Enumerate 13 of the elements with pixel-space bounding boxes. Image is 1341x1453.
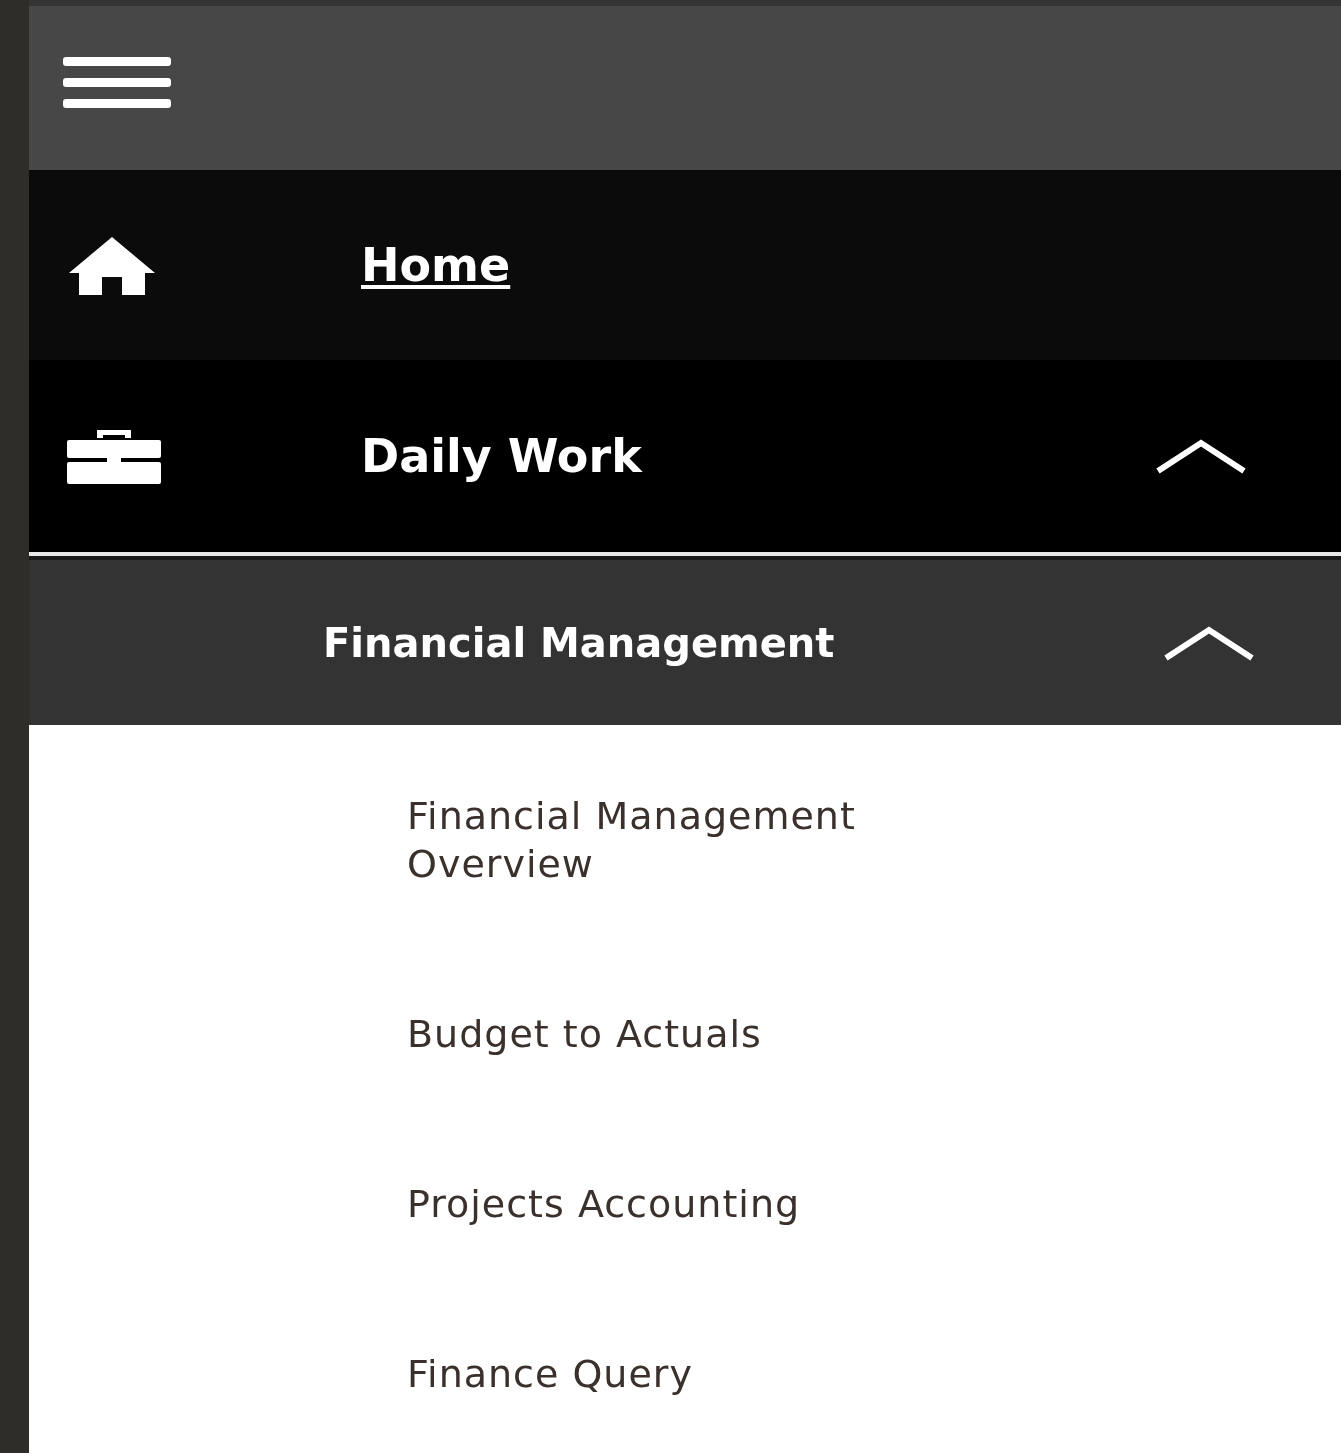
menu-link[interactable]: Financial Management Overview xyxy=(407,793,1047,888)
menu-link[interactable]: Projects Accounting xyxy=(407,1181,801,1229)
nav-item[interactable]: Daily Work xyxy=(29,360,1341,552)
menu-icon xyxy=(63,57,171,111)
menu-link[interactable]: Budget to Actuals xyxy=(407,1011,762,1059)
nav-label: Daily Work xyxy=(361,429,644,483)
submenu-label: Financial Management xyxy=(323,619,836,666)
briefcase-icon xyxy=(67,428,161,484)
submenu-header[interactable]: Financial Management xyxy=(29,560,1341,725)
home-link[interactable]: Home xyxy=(361,238,511,292)
menu-button[interactable] xyxy=(63,57,171,111)
home-icon xyxy=(67,235,157,295)
menu-link[interactable]: Finance Query xyxy=(407,1351,693,1399)
